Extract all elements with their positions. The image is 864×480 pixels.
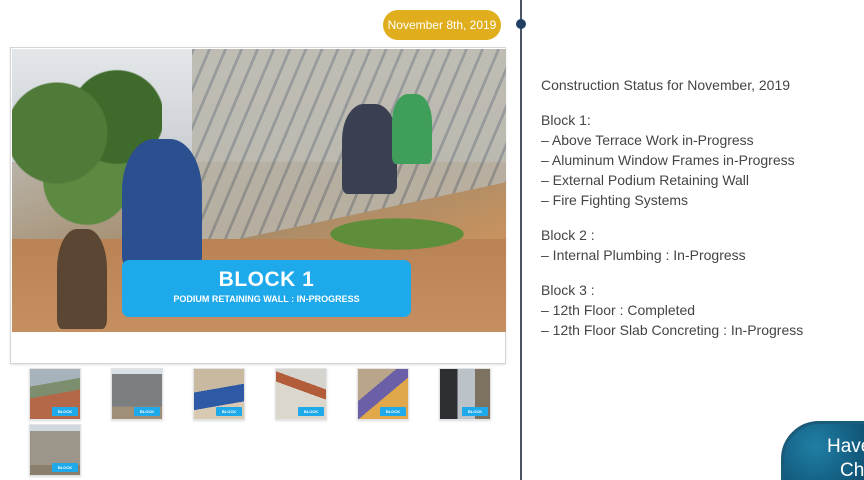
status-item: – 12th Floor : Completed xyxy=(541,302,696,318)
status-item: – 12th Floor Slab Concreting : In-Progre… xyxy=(541,322,804,338)
status-item: – Above Terrace Work in-Progress xyxy=(541,132,754,148)
chat-widget-button[interactable]: Have Cha xyxy=(781,421,864,480)
thumbnail-tag: BLOCK xyxy=(52,463,78,472)
photo-caption: BLOCK 1 PODIUM RETAINING WALL : IN-PROGR… xyxy=(122,260,411,317)
thumbnail-2[interactable]: BLOCK xyxy=(111,368,163,420)
timeline-dot xyxy=(516,19,526,29)
thumbnail-1[interactable]: BLOCK xyxy=(29,368,81,420)
status-item: – External Podium Retaining Wall xyxy=(541,172,750,188)
photo-worker xyxy=(57,229,107,329)
date-badge: November 8th, 2019 xyxy=(383,10,501,40)
block-3-status: Block 3 : – 12th Floor : Completed – 12t… xyxy=(541,280,803,340)
thumbnail-7[interactable]: BLOCK xyxy=(29,424,81,476)
main-photo[interactable]: BLOCK 1 PODIUM RETAINING WALL : IN-PROGR… xyxy=(12,49,506,332)
block-title-suffix: : xyxy=(586,112,591,128)
status-item: – Fire Fighting Systems xyxy=(541,192,689,208)
caption-subtitle: PODIUM RETAINING WALL : IN-PROGRESS xyxy=(173,294,360,304)
status-item: – Internal Plumbing : In-Progress xyxy=(541,247,746,263)
photo-worker xyxy=(392,94,432,164)
caption-title: BLOCK 1 xyxy=(218,268,315,291)
thumbnail-tag: BLOCK xyxy=(216,407,242,416)
thumbnail-4[interactable]: BLOCK xyxy=(275,368,327,420)
block-1-status: Block 1: – Above Terrace Work in-Progres… xyxy=(541,110,795,210)
thumbnail-5[interactable]: BLOCK xyxy=(357,368,409,420)
block-title-text: Block 1 xyxy=(541,112,587,128)
thumbnail-tag: BLOCK xyxy=(380,407,406,416)
timeline-line xyxy=(520,0,522,480)
thumbnail-tag: BLOCK xyxy=(52,407,78,416)
block-2-status: Block 2 : – Internal Plumbing : In-Progr… xyxy=(541,225,746,265)
status-heading: Construction Status for November, 2019 xyxy=(541,77,791,93)
thumbnail-6[interactable]: BLOCK xyxy=(439,368,491,420)
block-title-text: Block 2 xyxy=(541,227,587,243)
photo-worker xyxy=(342,104,397,194)
main-photo-card: BLOCK 1 PODIUM RETAINING WALL : IN-PROGR… xyxy=(10,47,506,364)
block-title-suffix: : xyxy=(586,227,595,243)
chat-widget-line-2: Cha xyxy=(840,460,864,480)
block-title: Block 1: xyxy=(541,110,795,130)
chat-widget-line-1: Have xyxy=(827,436,864,457)
thumbnail-3[interactable]: BLOCK xyxy=(193,368,245,420)
thumbnail-tag: BLOCK xyxy=(134,407,160,416)
block-title-suffix: : xyxy=(586,282,595,298)
thumbnail-tag: BLOCK xyxy=(298,407,324,416)
block-title: Block 3 : xyxy=(541,280,803,300)
status-item: – Aluminum Window Frames in-Progress xyxy=(541,152,795,168)
block-title-text: Block 3 xyxy=(541,282,587,298)
photo-grass xyxy=(312,214,482,254)
thumbnail-tag: BLOCK xyxy=(462,407,488,416)
block-title: Block 2 : xyxy=(541,225,746,245)
photo-worker xyxy=(122,139,202,269)
